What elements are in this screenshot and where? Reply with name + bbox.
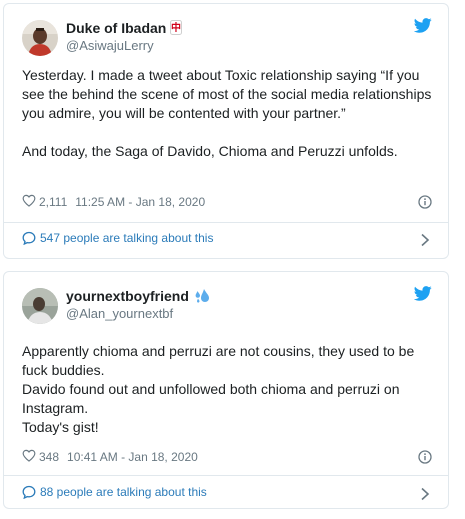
divider [4, 222, 448, 223]
tweet-text: Apparently chioma and perruzi are not co… [22, 342, 432, 437]
conversation-link[interactable]: 88 people are talking about this [22, 485, 207, 499]
chevron-right-icon[interactable] [420, 233, 430, 247]
twitter-bird-icon[interactable] [413, 286, 432, 301]
tweet-timestamp[interactable]: 10:41 AM - Jan 18, 2020 [67, 450, 198, 464]
tweet-card-1[interactable]: Duke of Ibadan 中 @AsiwajuLerry Yesterday… [3, 3, 449, 259]
sweat-droplets-emoji-icon [193, 288, 211, 306]
tweet-meta: 348 10:41 AM - Jan 18, 2020 [22, 449, 198, 465]
tweet-paragraph: Today's gist! [22, 419, 99, 435]
tweet-meta: 2,111 11:25 AM - Jan 18, 2020 [22, 194, 205, 210]
tweet-paragraph: Apparently chioma and perruzi are not co… [22, 343, 415, 378]
tweet-paragraph: Yesterday. I made a tweet about Toxic re… [22, 67, 432, 121]
avatar[interactable] [22, 288, 58, 324]
tweet-text: Yesterday. I made a tweet about Toxic re… [22, 66, 432, 161]
display-name[interactable]: Duke of Ibadan 中 [66, 20, 183, 38]
display-name-text[interactable]: yournextboyfriend [66, 288, 189, 304]
tweet-paragraph: And today, the Saga of Davido, Chioma an… [22, 143, 398, 159]
conversation-text[interactable]: 547 people are talking about this [40, 231, 213, 245]
info-icon[interactable] [418, 195, 432, 209]
info-icon[interactable] [418, 450, 432, 464]
chevron-right-icon[interactable] [420, 487, 430, 501]
user-handle[interactable]: @AsiwajuLerry [66, 38, 154, 53]
heart-icon[interactable] [22, 449, 36, 465]
svg-text:中: 中 [171, 21, 181, 34]
display-name-text[interactable]: Duke of Ibadan [66, 20, 166, 36]
comment-icon [22, 231, 36, 245]
avatar[interactable] [22, 20, 58, 56]
comment-icon [22, 485, 36, 499]
tweet-card-2[interactable]: yournextboyfriend @Alan_yournextbf Appar… [3, 271, 449, 509]
heart-icon[interactable] [22, 194, 36, 210]
twitter-bird-icon[interactable] [413, 18, 432, 33]
like-count[interactable]: 2,111 [39, 195, 67, 209]
user-handle[interactable]: @Alan_yournextbf [66, 306, 173, 321]
like-count[interactable]: 348 [39, 450, 59, 464]
display-name[interactable]: yournextboyfriend [66, 288, 211, 306]
tweet-paragraph: Davido found out and unfollowed both chi… [22, 381, 400, 416]
mahjong-emoji-icon: 中 [170, 20, 183, 38]
conversation-link[interactable]: 547 people are talking about this [22, 231, 213, 245]
divider [4, 475, 448, 476]
tweet-timestamp[interactable]: 11:25 AM - Jan 18, 2020 [75, 195, 205, 209]
conversation-text[interactable]: 88 people are talking about this [40, 485, 207, 499]
